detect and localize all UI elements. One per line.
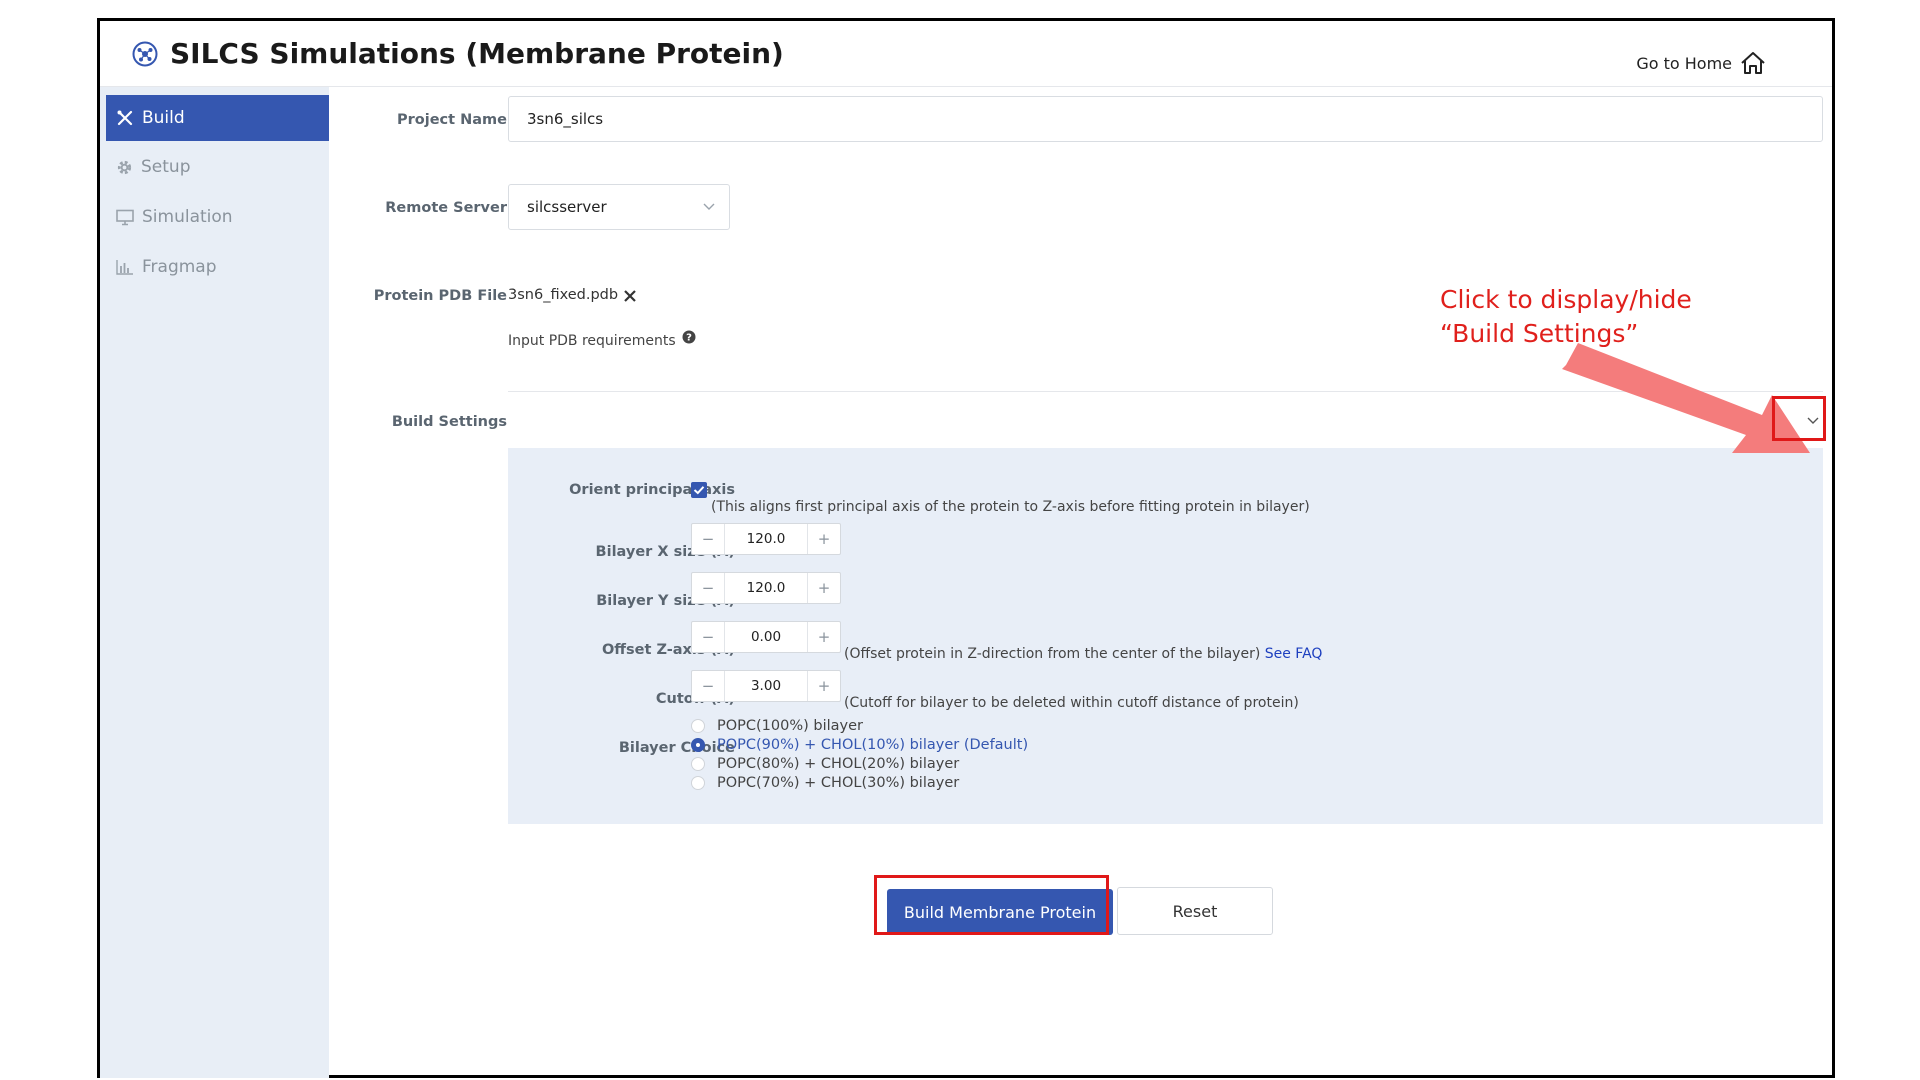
bilayer-option-label: POPC(70%) + CHOL(30%) bilayer bbox=[717, 775, 960, 791]
highlight-box-build bbox=[874, 875, 1109, 935]
remote-server-value: silcsserver bbox=[527, 198, 607, 216]
offset-z-input[interactable]: 0.00 bbox=[724, 622, 808, 652]
radio-button[interactable] bbox=[691, 719, 705, 733]
app-window: SILCS Simulations (Membrane Protein) Go … bbox=[97, 18, 1835, 1078]
sidebar: Build Setup Simulation Fragmap bbox=[100, 87, 329, 1078]
bilayer-option[interactable]: POPC(70%) + CHOL(30%) bilayer bbox=[691, 775, 959, 791]
bilayer-option[interactable]: POPC(100%) bilayer bbox=[691, 718, 863, 734]
radio-button[interactable] bbox=[691, 776, 705, 790]
home-icon bbox=[1741, 52, 1765, 74]
project-name-label: Project Name bbox=[397, 112, 507, 128]
bilayer-option-label: POPC(100%) bilayer bbox=[717, 718, 864, 734]
go-home-link[interactable]: Go to Home bbox=[1636, 51, 1766, 75]
chevron-down-icon bbox=[703, 203, 715, 210]
decrement-button[interactable]: − bbox=[692, 671, 724, 701]
offset-z-stepper: − 0.00 + bbox=[691, 621, 841, 653]
increment-button[interactable]: + bbox=[808, 524, 840, 554]
decrement-button[interactable]: − bbox=[692, 622, 724, 652]
go-home-label: Go to Home bbox=[1636, 53, 1732, 73]
bilayer-y-stepper: − 120.0 + bbox=[691, 572, 841, 604]
build-settings-label: Build Settings bbox=[391, 414, 507, 430]
bar-chart-icon bbox=[116, 260, 133, 275]
gear-icon bbox=[117, 160, 132, 174]
annotation-line-1: Click to display/hide bbox=[1440, 285, 1692, 314]
see-faq-link[interactable]: See FAQ bbox=[1265, 646, 1323, 662]
app-header: SILCS Simulations (Membrane Protein) Go … bbox=[100, 21, 1832, 87]
remove-file-icon[interactable] bbox=[623, 289, 637, 303]
app-title: SILCS Simulations (Membrane Protein) bbox=[170, 37, 784, 70]
sidebar-item-build[interactable]: Build bbox=[106, 95, 329, 141]
sidebar-item-label: Simulation bbox=[142, 207, 233, 227]
increment-button[interactable]: + bbox=[808, 573, 840, 603]
highlight-box-toggle bbox=[1772, 396, 1826, 441]
silcs-logo-icon bbox=[132, 41, 158, 67]
bilayer-y-input[interactable]: 120.0 bbox=[724, 573, 808, 603]
orient-axis-note: (This aligns first principal axis of the… bbox=[711, 499, 1310, 515]
reset-button[interactable]: Reset bbox=[1117, 887, 1273, 935]
bilayer-x-stepper: − 120.0 + bbox=[691, 523, 841, 555]
bilayer-x-input[interactable]: 120.0 bbox=[724, 524, 808, 554]
pdb-file-label: Protein PDB File bbox=[373, 288, 507, 304]
sidebar-item-label: Fragmap bbox=[142, 257, 217, 277]
pdb-requirements[interactable]: Input PDB requirements ? bbox=[508, 330, 696, 349]
decrement-button[interactable]: − bbox=[692, 524, 724, 554]
sidebar-item-fragmap[interactable]: Fragmap bbox=[106, 244, 329, 290]
project-name-value: 3sn6_silcs bbox=[527, 110, 604, 128]
remote-server-label: Remote Server bbox=[385, 200, 507, 216]
orient-axis-checkbox[interactable] bbox=[691, 482, 707, 498]
bilayer-option-label: POPC(90%) + CHOL(10%) bilayer (Default) bbox=[717, 737, 1029, 753]
radio-button[interactable] bbox=[691, 757, 705, 771]
monitor-icon bbox=[116, 209, 134, 225]
pdb-file-name: 3sn6_fixed.pdb bbox=[508, 287, 619, 303]
radio-button-selected[interactable] bbox=[691, 738, 705, 752]
tools-icon bbox=[117, 110, 133, 126]
pdb-requirements-label: Input PDB requirements bbox=[508, 333, 676, 349]
bilayer-option[interactable]: POPC(80%) + CHOL(20%) bilayer bbox=[691, 756, 959, 772]
increment-button[interactable]: + bbox=[808, 622, 840, 652]
offset-z-note-text: (Offset protein in Z-direction from the … bbox=[844, 646, 1261, 662]
increment-button[interactable]: + bbox=[808, 671, 840, 701]
orient-axis-label: Orient principal axis bbox=[569, 482, 735, 498]
project-name-input[interactable]: 3sn6_silcs bbox=[508, 96, 1823, 142]
remote-server-select[interactable]: silcsserver bbox=[508, 184, 730, 230]
cutoff-input[interactable]: 3.00 bbox=[724, 671, 808, 701]
sidebar-item-label: Build bbox=[142, 108, 185, 128]
help-icon[interactable]: ? bbox=[682, 330, 696, 344]
cutoff-note: (Cutoff for bilayer to be deleted within… bbox=[844, 695, 1299, 711]
bilayer-option-selected[interactable]: POPC(90%) + CHOL(10%) bilayer (Default) bbox=[691, 737, 1028, 753]
offset-z-note: (Offset protein in Z-direction from the … bbox=[844, 646, 1322, 662]
check-icon bbox=[693, 486, 705, 495]
sidebar-item-simulation[interactable]: Simulation bbox=[106, 194, 329, 240]
sidebar-item-setup[interactable]: Setup bbox=[106, 144, 329, 190]
sidebar-item-label: Setup bbox=[141, 157, 191, 177]
cutoff-stepper: − 3.00 + bbox=[691, 670, 841, 702]
svg-text:?: ? bbox=[686, 333, 692, 344]
decrement-button[interactable]: − bbox=[692, 573, 724, 603]
annotation-callout: Click to display/hide “Build Settings” bbox=[1440, 283, 1692, 351]
bilayer-option-label: POPC(80%) + CHOL(20%) bilayer bbox=[717, 756, 960, 772]
